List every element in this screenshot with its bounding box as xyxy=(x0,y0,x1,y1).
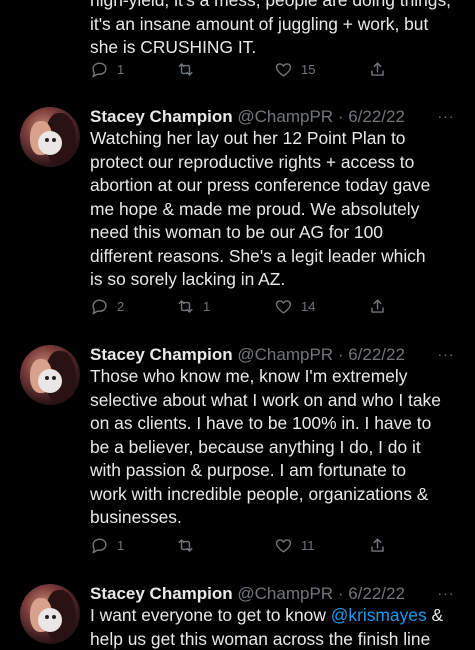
tweet-header: Stacey Champion @ChampPR · 6/22/22 xyxy=(90,107,405,127)
reply-icon xyxy=(92,537,107,553)
author-handle[interactable]: @ChampPR xyxy=(237,584,333,603)
tweet-text-line: Watching her lay out her 12 Point Plan t… xyxy=(90,128,406,148)
like-button[interactable]: 14 xyxy=(274,295,315,317)
tweet-text-line: me hope & made me proud. We absolutely xyxy=(90,198,420,219)
tweet-text-line: with passion & purpose. I am fortunate t… xyxy=(90,460,407,480)
like-count: 15 xyxy=(301,61,316,77)
avatar[interactable] xyxy=(20,345,80,405)
tweet-text: I want everyone to get to know @krismaye… xyxy=(90,604,462,650)
tweet-text-segment: & xyxy=(426,605,444,625)
retweet-icon xyxy=(178,299,193,313)
tweet-text-line: Those who know me, know I'm extremely xyxy=(90,366,408,386)
tweet-actions: 1 11 xyxy=(90,534,462,556)
separator-dot: · xyxy=(337,584,344,603)
tweet-text-line: high-yield, it's a mess, people are doin… xyxy=(90,0,452,10)
tweet-date[interactable]: 6/22/22 xyxy=(348,584,405,603)
tweet-date[interactable]: 6/22/22 xyxy=(348,107,405,126)
author-handle[interactable]: @ChampPR xyxy=(237,345,333,364)
tweet-text-line: on as clients. I have to be 100% in. I h… xyxy=(90,413,432,433)
separator-dot: · xyxy=(337,107,344,126)
retweet-button[interactable] xyxy=(176,534,203,556)
tweet-text-line: abortion at our press conference today g… xyxy=(90,175,431,195)
author-handle[interactable]: @ChampPR xyxy=(237,107,333,126)
tweet-text-line: businesses. xyxy=(90,507,182,527)
share-icon xyxy=(371,537,384,552)
reply-button[interactable]: 1 xyxy=(90,534,124,556)
avatar[interactable] xyxy=(20,584,80,644)
tweet-text-line: help us get this woman across the finish… xyxy=(90,628,431,649)
tweet-text-line: work with incredible people, organizatio… xyxy=(90,483,429,504)
tweet-date[interactable]: 6/22/22 xyxy=(348,345,405,364)
like-button[interactable]: 11 xyxy=(274,534,315,556)
avatar[interactable] xyxy=(20,107,80,167)
tweet-text-line: need this woman to be our AG for 100 xyxy=(90,222,383,242)
separator-dot: · xyxy=(337,345,344,364)
reply-icon xyxy=(92,298,107,314)
tweet-text-line: selective about what I work on and who I… xyxy=(90,389,441,410)
tweet-text-line: different reasons. She's a legit leader … xyxy=(90,245,426,266)
share-button[interactable] xyxy=(368,534,387,556)
like-count: 14 xyxy=(301,298,316,314)
tweet-text-segment: I want everyone to get to know xyxy=(90,605,331,625)
tweet-text-line: protect our reproductive rights + access… xyxy=(90,151,415,172)
tweet-text-line: is so sorely lacking in AZ. xyxy=(90,269,286,289)
reply-count: 1 xyxy=(117,537,125,553)
share-icon xyxy=(371,61,384,76)
tweet-text-line: be a believer, because anything I do, I … xyxy=(90,436,421,457)
retweet-icon xyxy=(178,62,193,76)
tweet-actions: 2 1 14 xyxy=(90,295,462,317)
share-icon xyxy=(371,298,384,313)
tweet-header: Stacey Champion @ChampPR · 6/22/22 xyxy=(90,584,405,604)
retweet-icon xyxy=(178,538,193,552)
retweet-button[interactable]: 1 xyxy=(176,295,210,317)
tweet-text: high-yield, it's a mess, people are doin… xyxy=(90,0,460,60)
author-name[interactable]: Stacey Champion xyxy=(90,345,233,364)
heart-icon xyxy=(275,538,292,553)
share-button[interactable] xyxy=(368,295,387,317)
author-name[interactable]: Stacey Champion xyxy=(90,107,233,126)
tweet-text-line: she is CRUSHING IT. xyxy=(90,37,257,57)
more-icon[interactable]: ··· xyxy=(435,109,457,129)
tweet-text: Those who know me, know I'm extremely se… xyxy=(90,365,462,530)
retweet-button[interactable] xyxy=(176,58,203,80)
tweet-text: Watching her lay out her 12 Point Plan t… xyxy=(90,127,462,292)
reply-count: 2 xyxy=(117,298,125,314)
more-icon[interactable]: ··· xyxy=(435,586,457,606)
heart-icon xyxy=(275,299,292,314)
tweet-text-line: it's an insane amount of juggling + work… xyxy=(90,13,429,34)
reply-button[interactable]: 2 xyxy=(90,295,124,317)
tweet-text-line: I want everyone to get to know @krismaye… xyxy=(90,604,462,628)
tweet-header: Stacey Champion @ChampPR · 6/22/22 xyxy=(90,345,405,365)
like-count: 11 xyxy=(301,537,315,553)
reply-button[interactable]: 1 xyxy=(90,58,124,80)
more-icon[interactable]: ··· xyxy=(435,347,457,367)
heart-icon xyxy=(275,62,292,77)
reply-count: 1 xyxy=(117,61,125,77)
mention-link[interactable]: @krismayes xyxy=(331,605,427,625)
retweet-count: 1 xyxy=(203,298,211,314)
tweet-actions: 1 15 xyxy=(90,58,462,80)
like-button[interactable]: 15 xyxy=(274,58,315,80)
author-name[interactable]: Stacey Champion xyxy=(90,584,233,603)
share-button[interactable] xyxy=(368,58,387,80)
reply-icon xyxy=(92,61,107,77)
